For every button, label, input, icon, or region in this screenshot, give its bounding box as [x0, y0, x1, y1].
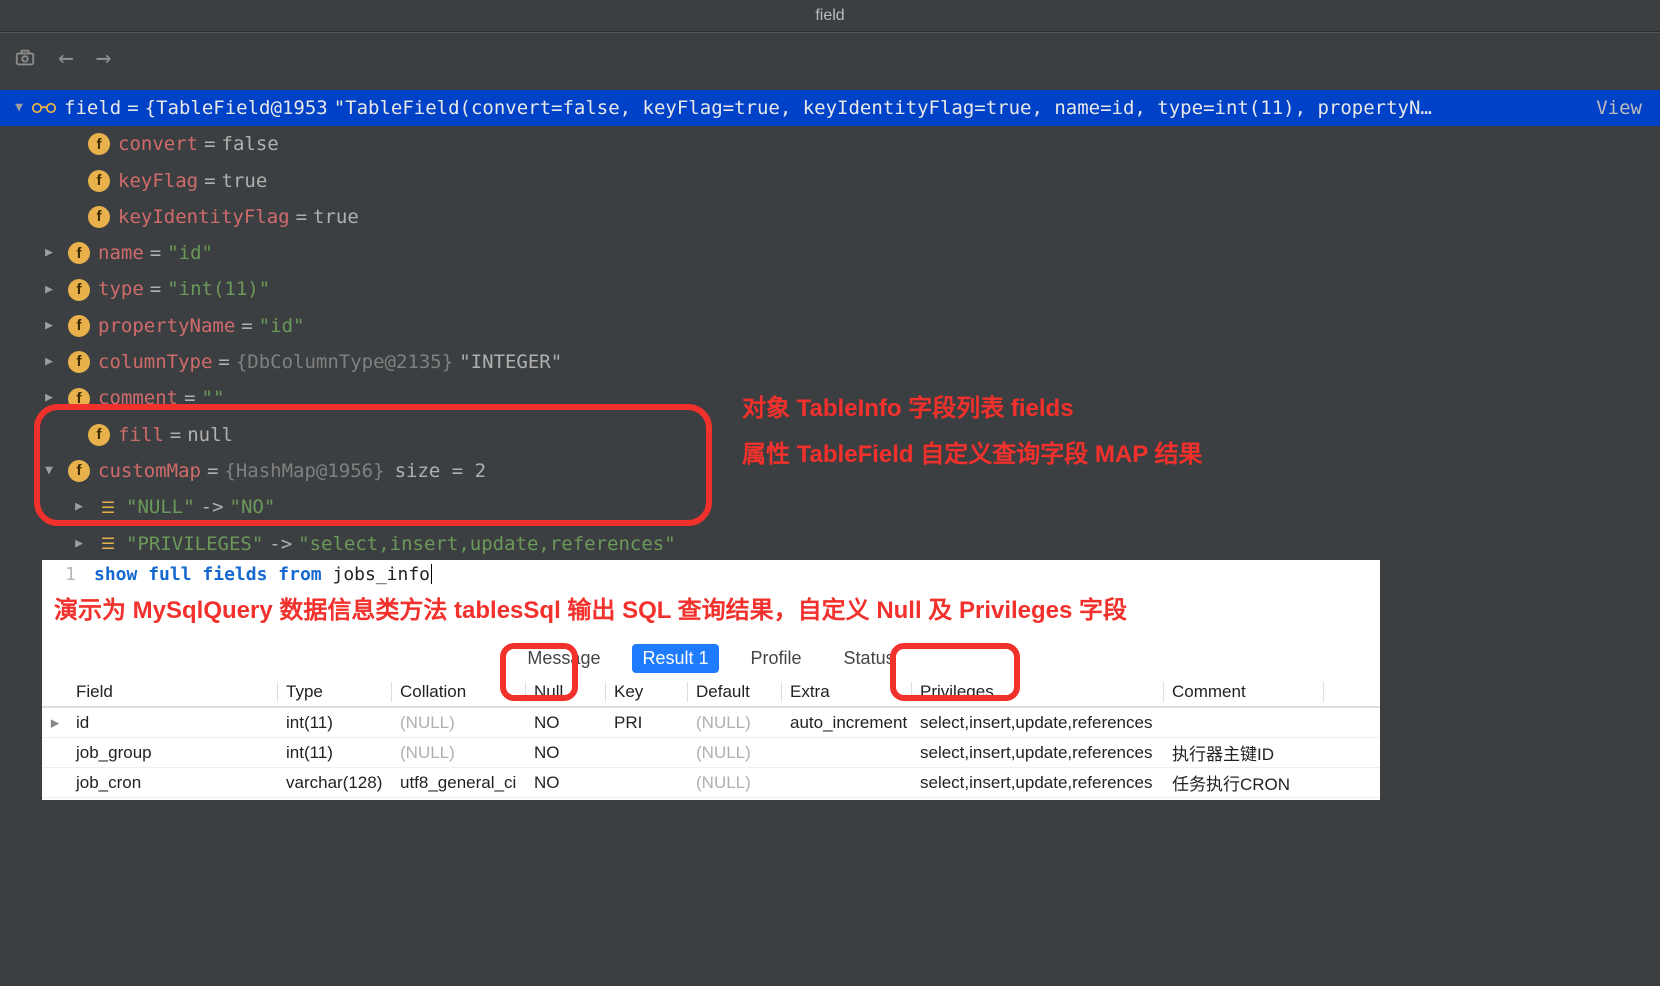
expand-toggle-icon[interactable]: [40, 242, 58, 264]
field-icon: f: [68, 279, 90, 301]
field-icon: f: [88, 133, 110, 155]
annotation-text-2: 演示为 MySqlQuery 数据信息类方法 tablesSql 输出 SQL …: [54, 590, 1127, 625]
field-icon: f: [88, 424, 110, 446]
expand-toggle-icon[interactable]: [40, 387, 58, 409]
tree-row[interactable]: f columnType = {DbColumnType@2135} "INTE…: [0, 344, 1660, 380]
expand-toggle-icon[interactable]: [40, 460, 58, 482]
expand-toggle-icon[interactable]: [70, 533, 88, 555]
debugger-toolbar: ← →: [0, 32, 1660, 82]
field-icon: f: [68, 460, 90, 482]
map-entry-icon: ☰: [98, 535, 118, 553]
result-tabs: Message Result 1 Profile Status: [42, 642, 1380, 674]
grid-header-row: Field Type Collation Null Key Default Ex…: [42, 678, 1380, 708]
window-title: field: [815, 7, 844, 25]
tree-row[interactable]: f convert = false: [0, 126, 1660, 162]
line-number: 1: [50, 564, 94, 585]
tree-row-map-entry[interactable]: ☰ "NULL" -> "NO": [0, 489, 1660, 525]
col-null[interactable]: Null: [526, 682, 606, 702]
field-icon: f: [88, 206, 110, 228]
tree-root-row[interactable]: field = {TableField@1953 "TableField(con…: [0, 90, 1660, 126]
expand-toggle-icon[interactable]: [40, 351, 58, 373]
col-privileges[interactable]: Privileges: [912, 682, 1164, 702]
table-row[interactable]: ▸ id int(11) (NULL) NO PRI (NULL) auto_i…: [42, 708, 1380, 738]
col-extra[interactable]: Extra: [782, 682, 912, 702]
tab-profile[interactable]: Profile: [741, 644, 812, 673]
col-collation[interactable]: Collation: [392, 682, 526, 702]
table-row[interactable]: job_cron varchar(128) utf8_general_ci NO…: [42, 768, 1380, 798]
col-field[interactable]: Field: [68, 682, 278, 702]
expand-toggle-icon[interactable]: [70, 496, 88, 518]
tree-row[interactable]: f propertyName = "id": [0, 308, 1660, 344]
row-handle-icon[interactable]: ▸: [42, 713, 68, 733]
field-icon: f: [68, 351, 90, 373]
table-row[interactable]: job_group int(11) (NULL) NO (NULL) selec…: [42, 738, 1380, 768]
col-key[interactable]: Key: [606, 682, 688, 702]
col-type[interactable]: Type: [278, 682, 392, 702]
text-cursor: [431, 564, 432, 584]
tree-row[interactable]: f keyFlag = true: [0, 163, 1660, 199]
tab-result1[interactable]: Result 1: [632, 644, 718, 673]
tab-message[interactable]: Message: [517, 644, 610, 673]
tab-status[interactable]: Status: [834, 644, 905, 673]
field-icon: f: [88, 170, 110, 192]
tree-row[interactable]: f type = "int(11)": [0, 271, 1660, 307]
back-arrow-icon[interactable]: ←: [58, 45, 74, 71]
sql-editor-line[interactable]: 1 show full fields from jobs_info: [42, 560, 1380, 588]
expand-toggle-icon[interactable]: [10, 97, 28, 119]
tree-row[interactable]: f keyIdentityFlag = true: [0, 199, 1660, 235]
field-icon: f: [68, 315, 90, 337]
col-default[interactable]: Default: [688, 682, 782, 702]
glasses-icon: [30, 99, 58, 117]
view-link[interactable]: View: [1596, 92, 1650, 124]
expand-toggle-icon[interactable]: [40, 279, 58, 301]
tree-row-map-entry[interactable]: ☰ "PRIVILEGES" -> "select,insert,update,…: [0, 526, 1660, 562]
field-icon: f: [68, 242, 90, 264]
tree-row[interactable]: f name = "id": [0, 235, 1660, 271]
expand-toggle-icon[interactable]: [40, 315, 58, 337]
map-entry-icon: ☰: [98, 498, 118, 516]
col-comment[interactable]: Comment: [1164, 682, 1324, 702]
window-titlebar: field: [0, 0, 1660, 32]
variables-tree: field = {TableField@1953 "TableField(con…: [0, 82, 1660, 562]
forward-arrow-icon[interactable]: →: [96, 45, 112, 71]
field-icon: f: [68, 388, 90, 410]
camera-icon[interactable]: [14, 47, 36, 69]
root-var-name: field: [64, 92, 121, 124]
result-grid: Field Type Collation Null Key Default Ex…: [42, 678, 1380, 800]
annotation-text-1: 对象 TableInfo 字段列表 fields 属性 TableField 自…: [742, 386, 1202, 477]
